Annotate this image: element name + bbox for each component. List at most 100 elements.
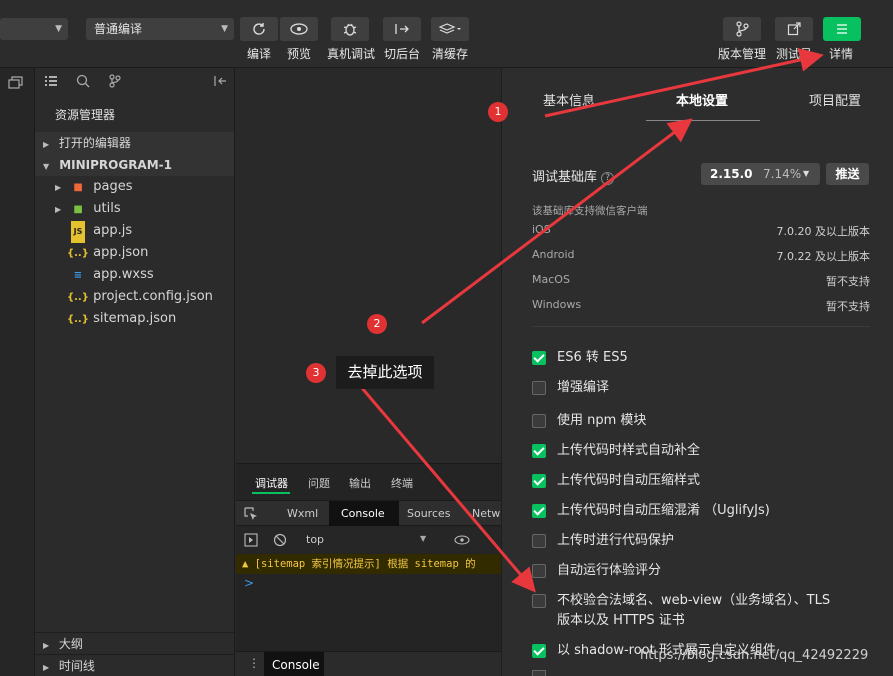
search-icon[interactable]: [76, 74, 90, 88]
chevron-right-icon: ▶: [55, 205, 62, 214]
tab-local-settings[interactable]: 本地设置: [676, 90, 728, 109]
platform-value: 暂不支持: [826, 275, 870, 288]
checkbox-checked[interactable]: [532, 474, 546, 488]
option-label: 增强编译: [557, 380, 610, 395]
file-name: app.wxss: [93, 267, 154, 282]
clear-cache-button[interactable]: [431, 17, 469, 41]
tree-item-app-wxss[interactable]: ≡ app.wxss: [35, 264, 234, 286]
tab-debugger[interactable]: 调试器: [255, 475, 288, 491]
marker-2: 2: [367, 314, 387, 334]
console-warning-row: ▲ [sitemap 索引情况提示] 根据 sitemap 的: [236, 554, 501, 574]
tree-item-sitemap[interactable]: {..} sitemap.json: [35, 308, 234, 330]
active-tab-underline: [646, 120, 760, 121]
tree-item-utils[interactable]: ▶ ■ utils: [35, 198, 234, 220]
css-file-icon: ≡: [73, 270, 83, 281]
platform-name: MacOS: [532, 273, 570, 286]
details-button[interactable]: [823, 17, 861, 41]
help-icon[interactable]: ?: [601, 172, 615, 185]
branch-icon[interactable]: [109, 74, 121, 88]
tab-basic-info[interactable]: 基本信息: [543, 90, 595, 109]
open-editors-label: 打开的编辑器: [58, 136, 131, 150]
file-name: sitemap.json: [93, 311, 177, 326]
push-button[interactable]: 推送: [826, 163, 869, 185]
chevron-down-icon: ▼: [221, 24, 228, 34]
tab-problems[interactable]: 问题: [308, 475, 330, 491]
clear-cache-label: 清缓存: [432, 47, 469, 61]
project-section[interactable]: ▼ MINIPROGRAM-1: [35, 154, 234, 176]
folder-red-icon: ■: [73, 182, 83, 193]
warning-icon: ▲: [242, 558, 249, 570]
watermark: https://blog.csdn.net/qq_42492229: [640, 648, 869, 663]
checkbox-checked[interactable]: [532, 644, 546, 658]
panel-wxml[interactable]: Wxml: [287, 507, 318, 520]
preview-button[interactable]: [280, 17, 318, 41]
checkbox-partial[interactable]: [532, 670, 546, 676]
marker-3: 3: [306, 363, 326, 383]
sidebar-toggle-icon[interactable]: [244, 533, 258, 547]
tab-terminal[interactable]: 终端: [391, 475, 413, 491]
open-editors-section[interactable]: ▶ 打开的编辑器: [35, 132, 234, 154]
activity-bar: [0, 68, 35, 676]
checkbox-checked[interactable]: [532, 504, 546, 518]
js-file-icon: JS: [71, 221, 85, 243]
preview-label: 预览: [287, 47, 312, 61]
menu-icon: [837, 24, 847, 34]
platform-row: Android 7.0.22 及以上版本: [532, 248, 870, 263]
panel-sources[interactable]: Sources: [407, 507, 451, 520]
checkbox-unchecked[interactable]: [532, 564, 546, 578]
details-panel: 基本信息 本地设置 项目配置 调试基础库 ? 2.15.0 7.14% ▼ 推送…: [501, 68, 893, 676]
outline-section[interactable]: ▶ 大纲: [35, 632, 234, 654]
windows-icon[interactable]: [8, 76, 24, 90]
panel-console-active[interactable]: Console: [329, 501, 399, 526]
checkbox-checked[interactable]: [532, 444, 546, 458]
tab-project-config[interactable]: 项目配置: [809, 90, 861, 109]
platform-row: Windows 暂不支持: [532, 298, 870, 313]
lib-version-value: 2.15.0: [710, 167, 753, 181]
checkbox-unchecked[interactable]: [532, 594, 546, 608]
checkbox-checked[interactable]: [532, 351, 546, 365]
timeline-label: 时间线: [58, 659, 95, 673]
collapse-panel-icon[interactable]: [213, 75, 227, 87]
details-label: 详情: [829, 47, 854, 61]
active-tab-indicator: [252, 492, 290, 494]
option-label: 使用 npm 模块: [557, 413, 647, 428]
tree-item-app-js[interactable]: JS app.js: [35, 220, 234, 243]
option-label: 上传时进行代码保护: [557, 533, 675, 548]
mode-select[interactable]: ▼: [0, 18, 68, 40]
project-name: MINIPROGRAM-1: [59, 158, 172, 172]
checkbox-unchecked[interactable]: [532, 381, 546, 395]
lib-version-select[interactable]: 2.15.0 7.14% ▼: [701, 163, 820, 185]
context-select[interactable]: top: [306, 533, 324, 546]
tab-output[interactable]: 输出: [349, 475, 371, 491]
chevron-down-icon: ▼: [55, 24, 62, 34]
version-button[interactable]: [723, 17, 761, 41]
checkbox-unchecked[interactable]: [532, 534, 546, 548]
checkbox-unchecked[interactable]: [532, 414, 546, 428]
console-toolbar: top ▼: [236, 527, 501, 553]
inspect-icon[interactable]: [244, 507, 258, 521]
branch-icon: [736, 21, 749, 37]
tree-item-app-json[interactable]: {..} app.json: [35, 242, 234, 264]
panel-network[interactable]: Netw: [472, 507, 500, 520]
tree-item-pages[interactable]: ▶ ■ pages: [35, 176, 234, 198]
background-button[interactable]: [383, 17, 421, 41]
drawer-console-tab[interactable]: Console: [264, 652, 324, 676]
panel-console-label: Console: [341, 507, 385, 520]
compile-mode-value: 普通编译: [94, 22, 143, 36]
divider: [532, 326, 870, 327]
eye-icon[interactable]: [454, 535, 470, 545]
option-label: 上传代码时自动压缩样式: [557, 473, 701, 488]
clear-console-icon[interactable]: [273, 533, 287, 547]
compile-mode-select[interactable]: 普通编译 ▼: [86, 18, 234, 40]
tree-item-project-config[interactable]: {..} project.config.json: [35, 286, 234, 308]
compile-button[interactable]: [240, 17, 278, 41]
annotation-note: 去掉此选项: [336, 356, 434, 389]
test-account-button[interactable]: [775, 17, 813, 41]
timeline-section[interactable]: ▶ 时间线: [35, 654, 234, 676]
remote-debug-button[interactable]: [331, 17, 369, 41]
list-icon[interactable]: [44, 75, 58, 87]
console-warning-text: [sitemap 索引情况提示] 根据 sitemap 的: [254, 558, 476, 570]
console-prompt[interactable]: >: [244, 576, 254, 590]
more-vertical-icon[interactable]: ⋮: [248, 656, 260, 670]
platform-value: 7.0.20 及以上版本: [776, 225, 870, 238]
